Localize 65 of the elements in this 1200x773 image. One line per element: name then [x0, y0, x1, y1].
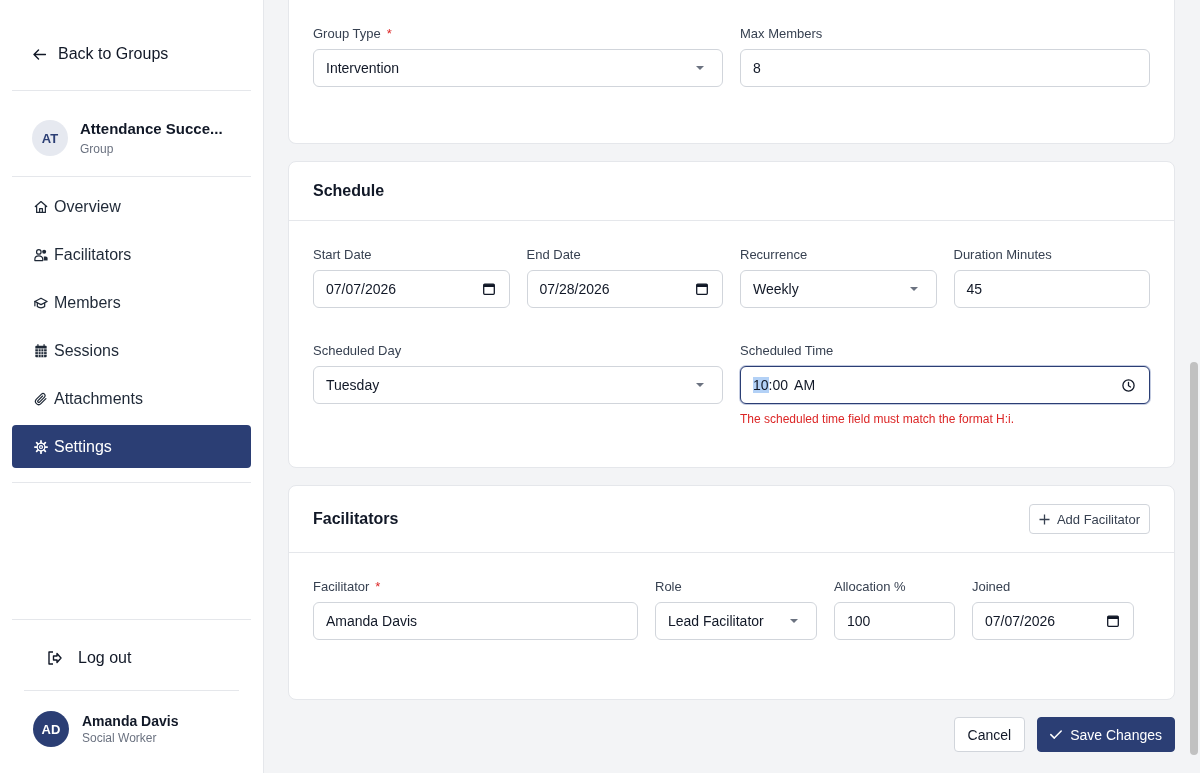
text-field[interactable]: Amanda Davis: [313, 602, 638, 640]
nav-item[interactable]: Attachments: [12, 377, 251, 420]
field-label: Group Type: [313, 25, 381, 42]
field-label: Role: [655, 578, 682, 595]
user-avatar: AD: [33, 711, 69, 747]
section-title: Facilitators: [313, 509, 399, 529]
paperclip-icon: [34, 391, 48, 406]
text-field[interactable]: 8: [740, 49, 1150, 87]
home-icon: [34, 199, 48, 214]
settings-icon: [34, 439, 48, 454]
add-facilitator-button[interactable]: Add Facilitator: [1028, 504, 1150, 534]
caret-icon: [696, 66, 704, 70]
calendar-icon: [1107, 615, 1119, 627]
caret-icon: [909, 287, 918, 291]
select-field[interactable]: Lead Facilitator: [655, 602, 817, 640]
required-mark: *: [386, 25, 392, 42]
nav-item[interactable]: Overview: [12, 185, 251, 228]
group-avatar: AT: [32, 120, 68, 156]
nav-item[interactable]: Sessions: [12, 329, 251, 372]
select-field[interactable]: Intervention: [313, 49, 723, 87]
scrollbar-thumb[interactable]: [1190, 362, 1198, 755]
cancel-button[interactable]: Cancel: [953, 717, 1026, 752]
field-label: Max Members: [740, 25, 823, 42]
text-field[interactable]: 100: [834, 602, 955, 640]
field-label: Facilitator: [313, 578, 370, 595]
user-name: Amanda Davis: [82, 712, 179, 730]
people-icon: [34, 247, 48, 262]
nav-item[interactable]: Facilitators: [12, 233, 251, 276]
field-label: Duration Minutes: [953, 246, 1052, 263]
group-subtitle: Group: [80, 141, 114, 157]
graduation-cap-icon: [34, 295, 48, 310]
field-label: End Date: [526, 246, 581, 263]
select-field[interactable]: Weekly: [740, 270, 937, 308]
error-message: The scheduled time field must match the format H:i.: [740, 411, 1015, 427]
date-field[interactable]: 07/28/2026: [526, 270, 723, 308]
text-field[interactable]: 45: [953, 270, 1150, 308]
plus-icon: [1038, 513, 1050, 525]
field-label: Start Date: [313, 246, 372, 263]
caret-icon: [790, 619, 798, 623]
field-label: Scheduled Day: [313, 342, 402, 359]
calendar-icon: [34, 343, 48, 358]
back-link[interactable]: Back to Groups: [33, 44, 169, 64]
date-field[interactable]: 07/07/2026: [972, 602, 1134, 640]
field-label: Joined: [972, 578, 1011, 595]
section-title: Schedule: [313, 181, 385, 201]
calendar-icon: [482, 283, 495, 295]
field-label: Recurrence: [740, 246, 808, 263]
logout-button[interactable]: Log out: [48, 648, 132, 668]
required-mark: *: [375, 578, 381, 595]
field-label: Allocation %: [834, 578, 906, 595]
caret-icon: [696, 383, 704, 387]
time-field[interactable]: 10:00 AM: [740, 366, 1150, 404]
field-label: Scheduled Time: [740, 342, 834, 359]
user-role: Social Worker: [82, 730, 157, 746]
arrow-left-icon: [33, 48, 46, 60]
save-button[interactable]: Save Changes: [1037, 717, 1175, 752]
nav-item[interactable]: Members: [12, 281, 251, 324]
group-name: Attendance Succe...: [80, 119, 223, 138]
select-field[interactable]: Tuesday: [313, 366, 723, 404]
clock-icon: [1122, 378, 1135, 392]
date-field[interactable]: 07/07/2026: [313, 270, 510, 308]
logout-icon: [48, 651, 62, 665]
nav-item[interactable]: Settings: [12, 425, 251, 468]
calendar-icon: [696, 283, 708, 295]
check-icon: [1050, 730, 1063, 739]
